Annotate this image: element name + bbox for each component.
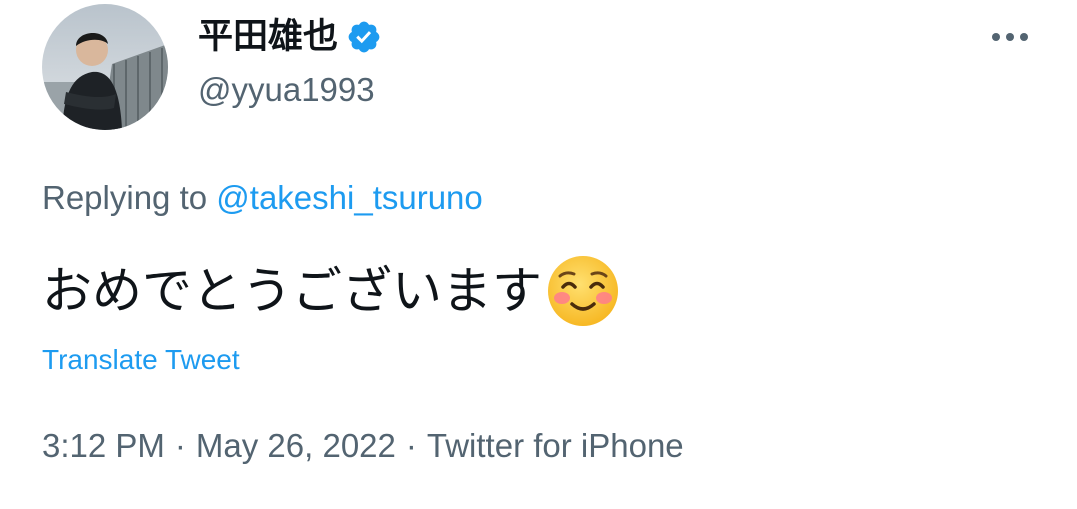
replying-to-label: Replying to bbox=[42, 179, 208, 216]
avatar[interactable] bbox=[42, 4, 168, 130]
author-name-row[interactable]: 平田雄也 bbox=[198, 14, 382, 60]
tweet-body: おめでとうございます bbox=[42, 254, 620, 328]
replying-to: Replying to @takeshi_tsuruno bbox=[42, 178, 483, 218]
reply-mention-link[interactable]: @takeshi_tsuruno bbox=[216, 179, 482, 216]
display-name: 平田雄也 bbox=[198, 17, 339, 57]
tweet-metadata: 3:12 PM · May 26, 2022 · Twitter for iPhone bbox=[42, 426, 684, 466]
verified-badge-icon bbox=[346, 19, 382, 55]
author-handle[interactable]: @yyua1993 bbox=[198, 70, 375, 110]
tweet-date[interactable]: May 26, 2022 bbox=[196, 427, 396, 464]
meta-separator: · bbox=[405, 427, 417, 464]
meta-separator: · bbox=[174, 427, 186, 464]
tweet-card: 平田雄也 @yyua1993 Replying to @takeshi_tsur… bbox=[0, 0, 1077, 509]
more-horizontal-icon bbox=[992, 33, 1028, 41]
profile-photo-icon bbox=[42, 4, 168, 130]
tweet-source[interactable]: Twitter for iPhone bbox=[427, 427, 684, 464]
tweet-text: おめでとうございます bbox=[42, 262, 542, 320]
smiling-face-with-blush-emoji-icon bbox=[546, 254, 620, 328]
translate-tweet-link[interactable]: Translate Tweet bbox=[42, 342, 240, 378]
more-options-button[interactable] bbox=[986, 22, 1034, 52]
tweet-time[interactable]: 3:12 PM bbox=[42, 427, 165, 464]
